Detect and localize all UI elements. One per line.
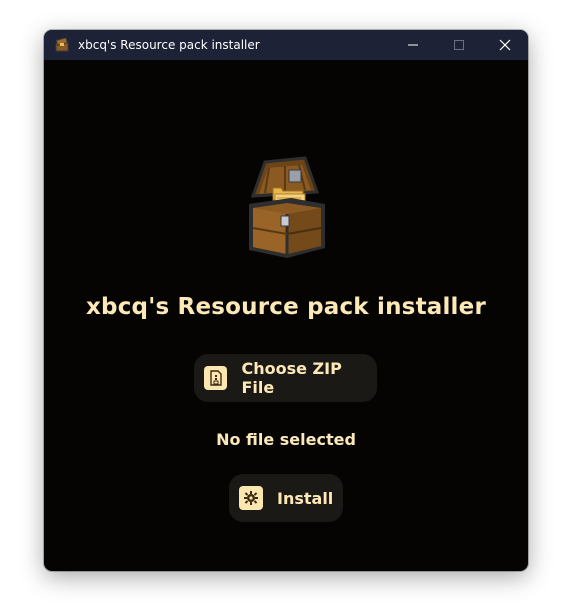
- install-label: Install: [277, 488, 334, 508]
- minimize-button[interactable]: [390, 30, 436, 60]
- page-title: xbcq's Resource pack installer: [86, 294, 486, 320]
- window-controls: [390, 30, 528, 60]
- maximize-button[interactable]: [436, 30, 482, 60]
- window-title: xbcq's Resource pack installer: [78, 38, 260, 52]
- install-button[interactable]: Install: [229, 474, 343, 522]
- zip-file-icon: [204, 366, 228, 390]
- maximize-icon: [454, 40, 464, 50]
- main-content: xbcq's Resource pack installer Choose ZI…: [44, 60, 528, 571]
- choose-zip-label: Choose ZIP File: [241, 359, 342, 397]
- title-bar[interactable]: xbcq's Resource pack installer: [44, 30, 528, 60]
- choose-zip-button[interactable]: Choose ZIP File: [194, 354, 377, 402]
- app-chest-icon: [54, 37, 70, 53]
- close-icon: [499, 39, 511, 51]
- gear-icon: [239, 486, 263, 510]
- app-window: xbcq's Resource pack installer xbcq's Re…: [44, 30, 528, 571]
- file-status-text: No file selected: [216, 430, 356, 449]
- treasure-chest-icon: [247, 156, 327, 260]
- close-button[interactable]: [482, 30, 528, 60]
- minimize-icon: [408, 44, 418, 46]
